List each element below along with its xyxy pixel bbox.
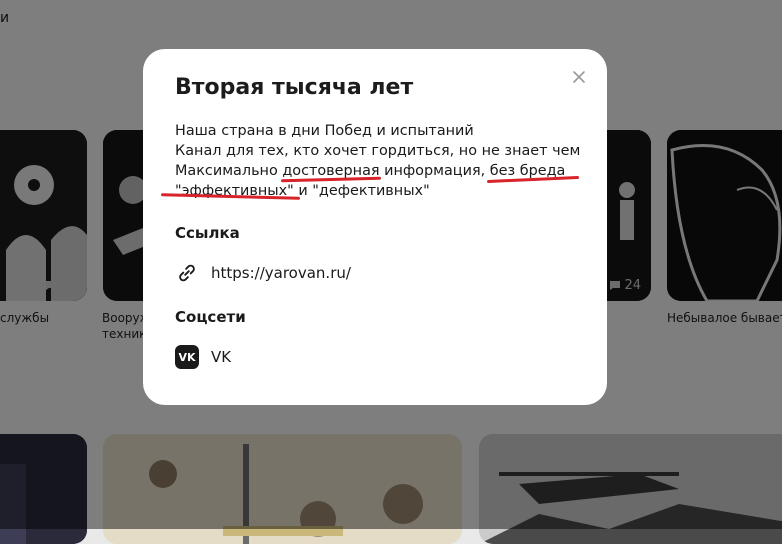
channel-info-dialog: Вторая тысяча лет Наша страна в дни Побе…	[143, 49, 607, 405]
link-url[interactable]: https://yarovan.ru/	[211, 264, 351, 282]
vk-icon-wrapper: VK	[175, 345, 199, 369]
social-vk-label[interactable]: VK	[211, 348, 231, 366]
close-icon[interactable]	[571, 69, 587, 85]
description-line: Наша страна в дни Побед и испытаний	[175, 123, 474, 139]
link-section-title: Ссылка	[175, 224, 240, 242]
description-line: Канал для тех, кто хочет гордиться, но н…	[175, 143, 581, 159]
link-icon	[175, 261, 199, 285]
vk-icon: VK	[175, 345, 199, 369]
social-vk-link[interactable]: VK VK	[175, 345, 575, 369]
channel-description: Наша страна в дни Побед и испытаний Кана…	[160, 121, 581, 201]
social-section-title: Соцсети	[175, 308, 246, 326]
channel-title: Вторая тысяча лет	[175, 75, 414, 100]
channel-link[interactable]: https://yarovan.ru/	[175, 261, 575, 285]
